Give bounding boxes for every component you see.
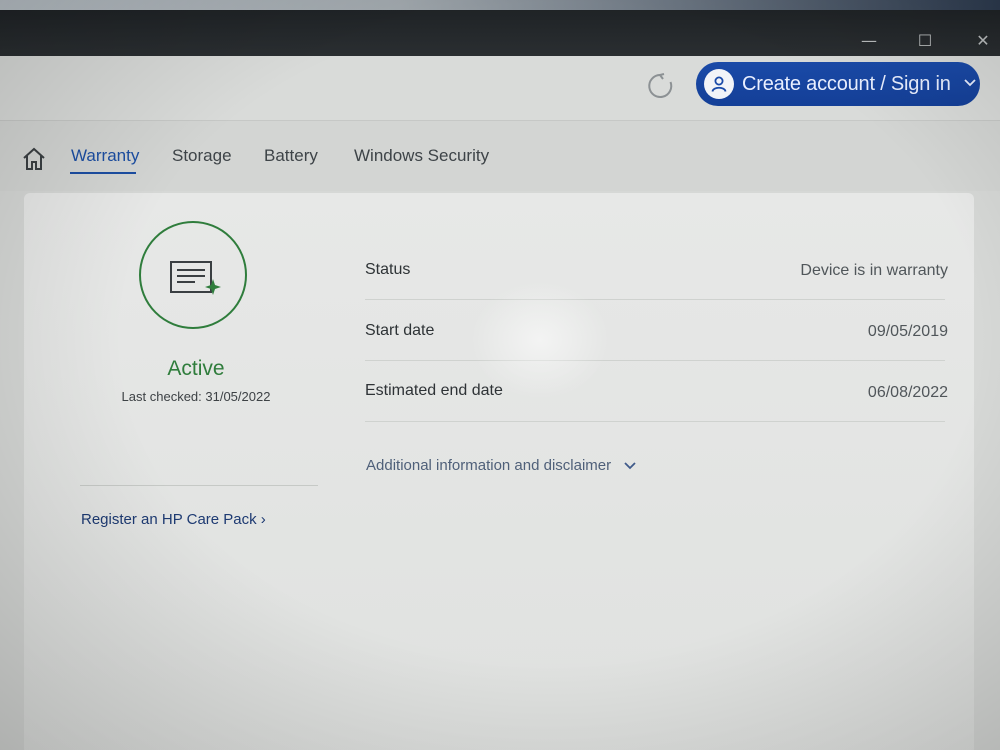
close-button[interactable]: ✕ <box>970 28 996 54</box>
warranty-status-badge <box>139 221 247 329</box>
maximize-button[interactable]: ☐ <box>912 28 938 54</box>
warranty-state: Active <box>167 357 225 380</box>
disclaimer-label: Additional information and disclaimer <box>366 457 612 474</box>
sign-in-button[interactable]: Create account / Sign in <box>696 62 980 106</box>
tab-bar: Warranty Storage Battery Windows Securit… <box>0 121 1000 191</box>
divider <box>80 485 318 486</box>
warranty-card: Active Last checked: 31/05/2022 Register… <box>24 193 974 750</box>
end-date-value: 06/08/2022 <box>867 384 948 401</box>
last-checked: Last checked: 31/05/2022 <box>121 389 271 404</box>
status-label: Status <box>365 261 411 278</box>
tab-battery[interactable]: Battery <box>264 146 318 166</box>
disclaimer-toggle[interactable]: Additional information and disclaimer <box>366 457 637 474</box>
start-date-label: Start date <box>365 322 435 339</box>
chevron-down-icon <box>963 75 977 93</box>
tab-storage[interactable]: Storage <box>172 146 232 166</box>
sign-in-label: Create account / Sign in <box>742 72 951 95</box>
user-icon <box>704 69 734 99</box>
tab-warranty[interactable]: Warranty <box>71 146 139 166</box>
divider <box>365 421 945 422</box>
register-care-pack-link[interactable]: Register an HP Care Pack › <box>81 511 266 528</box>
warranty-document-icon <box>169 259 221 299</box>
home-icon[interactable] <box>20 145 48 173</box>
app-header: Create account / Sign in <box>0 56 1000 121</box>
refresh-icon[interactable] <box>645 71 675 101</box>
start-date-value: 09/05/2019 <box>867 323 948 340</box>
divider <box>365 360 945 361</box>
chevron-down-icon <box>624 461 636 469</box>
minimize-button[interactable]: — <box>856 28 882 54</box>
end-date-label: Estimated end date <box>365 382 503 399</box>
divider <box>365 299 945 300</box>
app-screen: — ☐ ✕ Create account / Sign in Warranty … <box>0 0 1000 750</box>
tab-windows-security[interactable]: Windows Security <box>354 146 489 166</box>
title-bar: — ☐ ✕ <box>0 10 1000 56</box>
active-tab-indicator <box>70 172 136 174</box>
status-value: Device is in warranty <box>800 262 948 279</box>
